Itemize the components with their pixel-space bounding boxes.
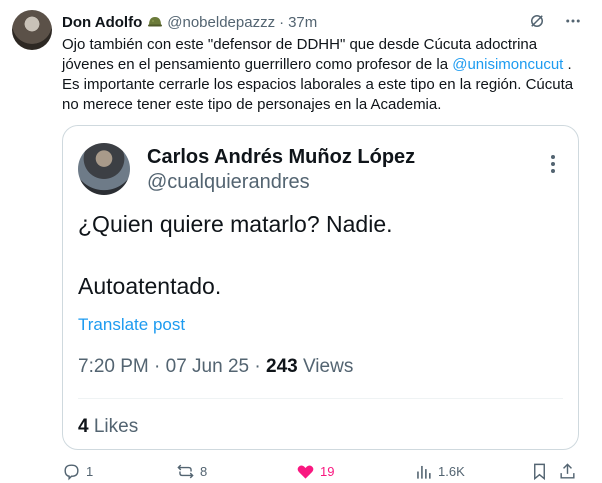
quoted-likes[interactable]: 4 Likes (78, 416, 138, 438)
reply-count: 1 (86, 464, 94, 479)
separator-dot: · (279, 13, 285, 31)
author-avatar[interactable] (12, 10, 52, 50)
like-button[interactable]: 19 (296, 462, 334, 481)
author-handle[interactable]: @nobeldepazzz (167, 14, 275, 31)
heart-icon (297, 465, 314, 479)
quoted-author-handle[interactable]: @cualquierandres (147, 171, 310, 194)
vertical-more-icon[interactable] (550, 154, 556, 174)
grok-icon[interactable] (528, 12, 546, 30)
quoted-text-line: Autoatentado. (78, 273, 222, 299)
more-icon[interactable] (564, 12, 582, 30)
reply-button[interactable]: 1 (62, 462, 93, 481)
reply-icon (64, 464, 79, 481)
translate-post-link[interactable]: Translate post (78, 315, 185, 335)
quoted-author-name[interactable]: Carlos Andrés Muñoz López (147, 146, 415, 169)
quoted-text-line: ¿Quien quiere matarlo? Nadie. (78, 211, 393, 237)
helmet-icon (148, 17, 163, 27)
views-button[interactable]: 1.6K (414, 462, 465, 481)
post-time[interactable]: 37m (288, 14, 317, 31)
analytics-icon (417, 465, 431, 479)
share-icon (560, 463, 575, 479)
views-label: Views (297, 356, 354, 377)
likes-label: Likes (88, 416, 139, 437)
quoted-author-avatar[interactable] (78, 143, 130, 195)
repost-icon (177, 464, 194, 479)
bookmark-button[interactable] (530, 462, 549, 481)
tweet-text: Ojo también con este "defensor de DDHH" … (62, 35, 592, 115)
likes-count: 4 (78, 416, 89, 437)
bookmark-icon (534, 463, 545, 481)
views-total: 1.6K (438, 464, 465, 479)
tweet-header: Don Adolfo @nobeldepazzz · 37m (62, 12, 582, 32)
action-bar: 1 8 19 1.6K (62, 462, 592, 482)
header-actions (528, 12, 582, 30)
quoted-post-time[interactable]: 7:20 PM · 07 Jun 25 · (78, 356, 266, 377)
views-count: 243 (266, 356, 298, 377)
share-button[interactable] (558, 462, 577, 481)
repost-count: 8 (200, 464, 208, 479)
like-count: 19 (320, 464, 335, 479)
mention-link[interactable]: @unisimoncucut (452, 56, 563, 73)
author-name[interactable]: Don Adolfo (62, 14, 142, 31)
repost-button[interactable]: 8 (176, 462, 207, 481)
quoted-post[interactable]: Carlos Andrés Muñoz López @cualquierandr… (62, 125, 579, 450)
divider (78, 398, 563, 399)
quoted-post-meta: 7:20 PM · 07 Jun 25 · 243 Views (78, 356, 353, 378)
